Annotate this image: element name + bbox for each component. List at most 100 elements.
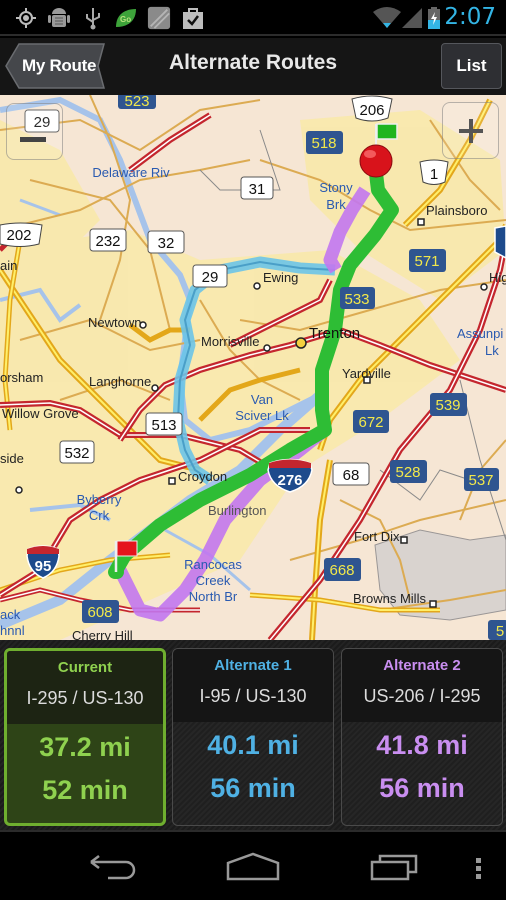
shield-cr-528: 528 [390,460,427,483]
home-nav-button[interactable] [226,852,280,887]
route-duration: 56 min [210,773,296,803]
home-icon [226,852,280,881]
svg-text:513: 513 [151,417,176,434]
back-nav-button[interactable] [88,852,138,887]
svg-text:202: 202 [6,227,31,244]
shield-nj-31: 31 [240,176,274,200]
gps-icon [14,6,38,30]
shield-i-95-partial [494,225,506,259]
svg-text:528: 528 [395,464,420,481]
go-keyboard-icon: Go [114,6,138,30]
svg-text:672: 672 [358,414,383,431]
svg-text:518: 518 [311,135,336,152]
route-distance: 40.1 mi [207,730,299,760]
svg-text:hnnl: hnnl [0,623,25,638]
svg-text:232: 232 [95,233,120,250]
svg-text:32: 32 [158,235,175,252]
shield-cr-537: 537 [464,468,499,491]
clock: 2:07 [444,4,496,30]
zoom-out-button[interactable] [6,103,63,160]
back-icon [90,855,136,880]
shield-cr-608: 608 [82,600,119,623]
shield-cr-668: 668 [324,558,361,581]
list-button[interactable]: List [441,43,502,89]
label-van-sciver-lk: Van [251,392,273,407]
shield-us-1: 1 [419,159,449,185]
label-southampton: side [0,451,24,466]
label-willow-grove: Willow Grove [2,406,79,421]
signal-icon [400,6,424,30]
route-distance: 41.8 mi [376,730,468,760]
svg-text:Go: Go [120,15,131,24]
task-check-icon [181,6,205,30]
label-rancocas-creek: Rancocas [184,557,242,572]
label-browns-mills: Browns Mills [353,591,426,606]
label-newtown: Newtown [88,315,141,330]
svg-text:North Br: North Br [189,589,238,604]
label-stony-brk: Stony [319,180,353,195]
zoom-in-button[interactable] [442,102,499,159]
route-card-current[interactable]: Current I-295 / US-130 37.2 mi 52 min [4,648,166,826]
shield-cr-533: 533 [340,287,375,309]
label-langhorne: Langhorne [89,374,151,389]
svg-text:1: 1 [430,166,438,183]
shield-cr-571: 571 [409,249,446,272]
page-title: Alternate Routes [168,51,338,74]
status-bar: Go 2:07 [0,0,506,36]
svg-text:571: 571 [414,253,439,270]
overflow-menu-button[interactable] [474,852,484,887]
recent-apps-nav-button[interactable] [370,852,420,887]
label-yardville: Yardville [342,366,391,381]
wifi-icon [372,6,402,30]
shield-nj-29: 29 [192,264,228,288]
route-card-alternate-2[interactable]: Alternate 2 US-206 / I-295 41.8 mi 56 mi… [341,648,503,826]
svg-text:Lk: Lk [485,343,499,358]
label-byberry-crk: Byberry [77,492,122,507]
label-burlington: Burlington [208,503,267,518]
shield-cr-672: 672 [353,410,389,433]
shield-cr-523: 523 [118,95,156,110]
svg-text:5: 5 [496,623,504,640]
svg-text:Brk: Brk [326,197,346,212]
svg-text:Creek: Creek [196,573,231,588]
shield-us-206: 206 [351,95,393,122]
svg-text:668: 668 [329,562,354,579]
shield-nj-532: 532 [59,440,95,464]
action-bar: My Route Alternate Routes List [0,38,506,95]
svg-text:537: 537 [468,472,493,489]
route-card-alternate-1[interactable]: Alternate 1 I-95 / US-130 40.1 mi 56 min [172,648,334,826]
route-options-panel: Current I-295 / US-130 37.2 mi 52 min Al… [0,640,506,830]
route-duration: 56 min [379,773,465,803]
svg-text:95: 95 [35,558,52,575]
label-main: ain [0,258,17,273]
usb-icon [81,6,105,30]
battery-charging-icon [426,6,442,30]
svg-text:523: 523 [124,95,149,110]
svg-text:532: 532 [64,445,89,462]
label-cherry-hill: Cherry Hill [72,628,133,640]
system-nav-bar [0,830,506,900]
svg-text:Sciver Lk: Sciver Lk [235,408,289,423]
label-trenton: Trenton [309,325,360,342]
label-ewing: Ewing [263,270,298,285]
label-assunpink-lk: Assunpi [457,326,503,341]
map-canvas[interactable]: Delaware Riv Stony Brk Plainsboro Ewing … [0,95,506,640]
svg-text:533: 533 [344,291,369,308]
label-black-chnnl: ack [0,607,21,622]
route-roads: I-95 / US-130 [199,686,307,706]
label-morrisville: Morrisville [201,334,260,349]
route-distance: 37.2 mi [39,732,131,762]
shield-nj-513: 513 [145,412,183,436]
shield-cr-518: 518 [306,131,343,154]
route-map[interactable]: Delaware Riv Stony Brk Plainsboro Ewing … [0,95,506,640]
svg-text:Crk: Crk [89,508,110,523]
label-fort-dix: Fort Dix [354,529,400,544]
shield-us-202: 202 [0,222,43,247]
svg-text:206: 206 [359,102,384,119]
label-horsham: orsham [0,370,43,385]
shield-nj-232: 232 [89,228,127,252]
overflow-menu-icon [476,858,481,879]
route-label: Alternate 1 [214,657,292,674]
shield-cr-539: 539 [430,393,467,416]
label-plainsboro: Plainsboro [426,203,487,218]
